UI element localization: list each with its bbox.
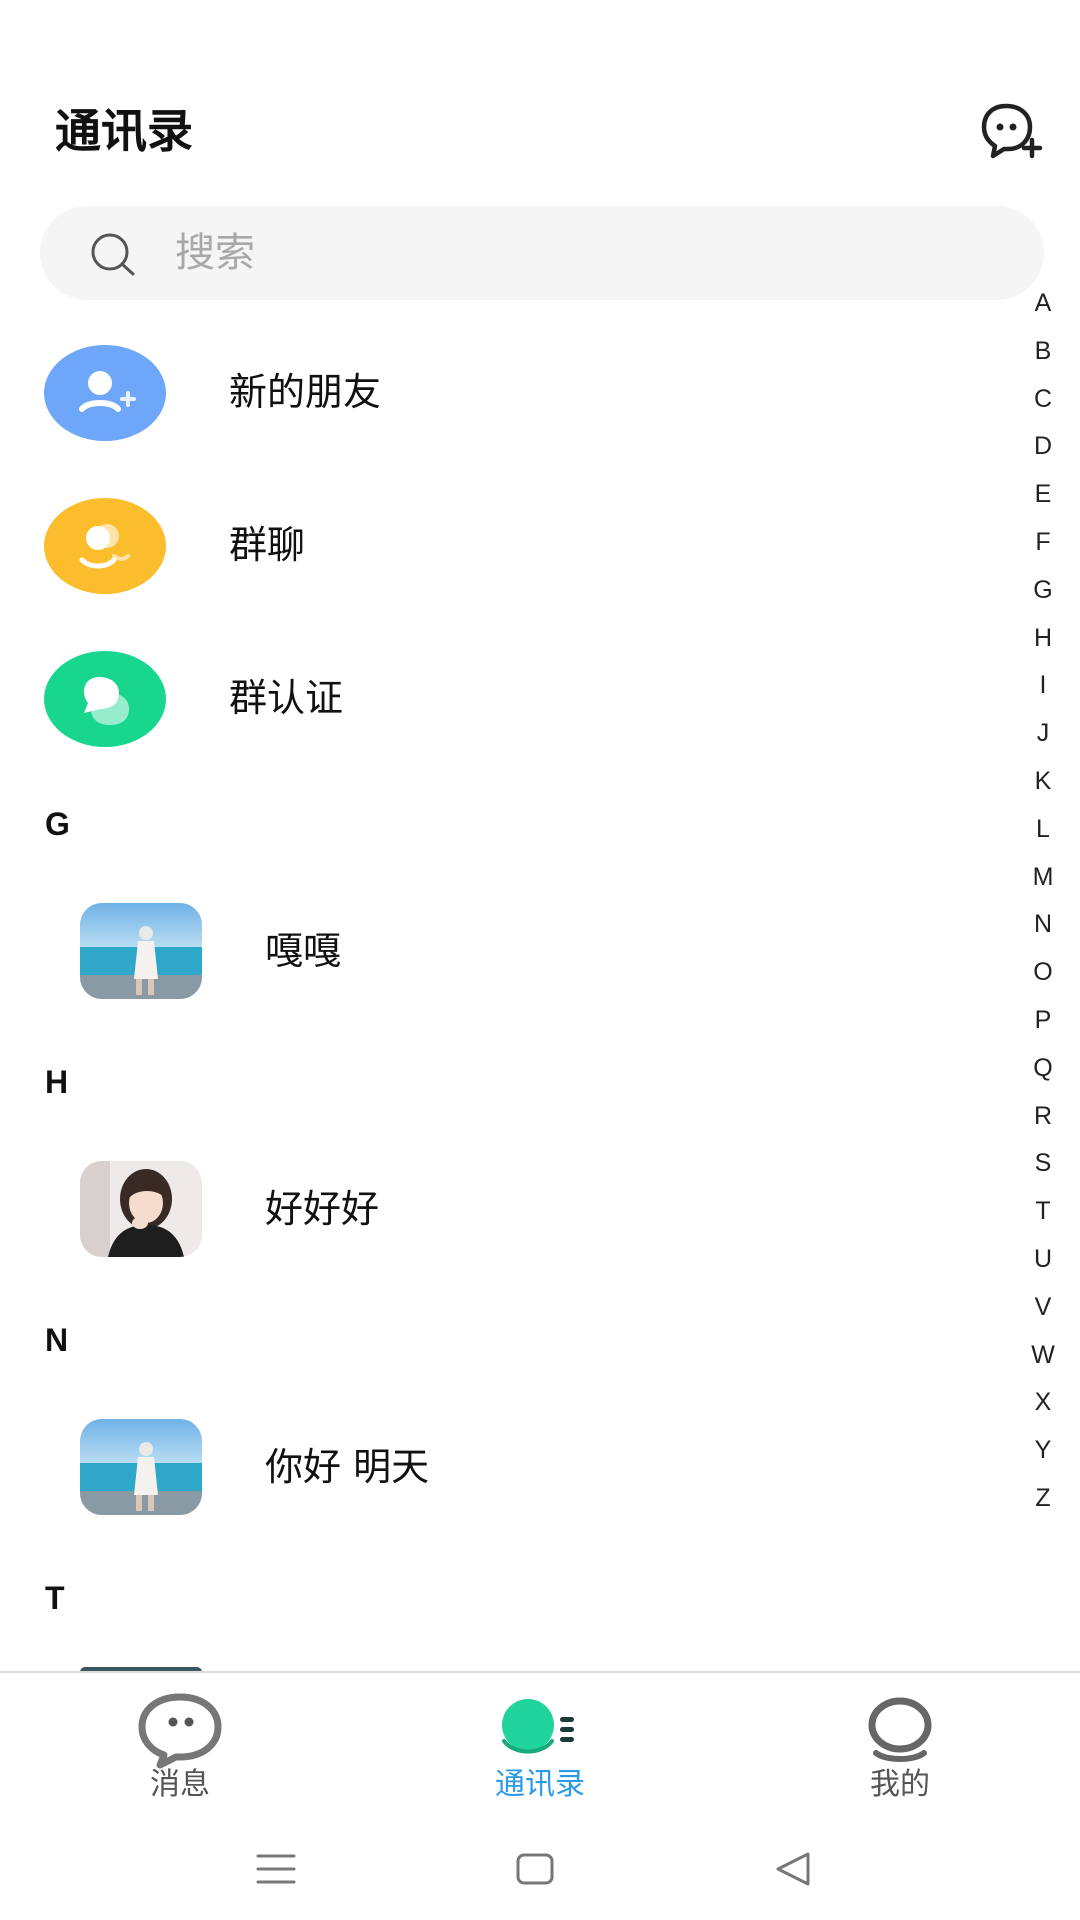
message-icon — [138, 1693, 222, 1769]
home-icon — [516, 1853, 554, 1885]
new-friends-item[interactable]: 新的朋友 — [0, 333, 1010, 453]
index-letter-a[interactable]: A — [1018, 280, 1068, 328]
tab-messages[interactable]: 消息 — [80, 1673, 280, 1818]
avatar — [80, 1419, 202, 1515]
search-input[interactable]: 搜索 — [40, 206, 1044, 300]
new-friends-label: 新的朋友 — [229, 370, 382, 414]
tab-messages-label: 消息 — [150, 1767, 210, 1802]
back-icon — [776, 1852, 810, 1886]
section-header-t: T — [45, 1580, 65, 1616]
index-letter-u[interactable]: U — [1018, 1236, 1068, 1284]
contacts-icon — [502, 1699, 574, 1754]
index-letter-t[interactable]: T — [1018, 1188, 1068, 1236]
group-chat-label: 群聊 — [229, 523, 306, 567]
index-letter-h[interactable]: H — [1018, 615, 1068, 663]
group-chat-item[interactable]: 群聊 — [0, 486, 1010, 606]
index-letter-s[interactable]: S — [1018, 1140, 1068, 1188]
index-letter-m[interactable]: M — [1018, 854, 1068, 902]
group-verify-label: 群认证 — [229, 676, 344, 720]
index-letter-k[interactable]: K — [1018, 758, 1068, 806]
alphabet-index[interactable]: ABCDEFGHIJKLMNOPQRSTUVWXYZ — [1018, 280, 1068, 1523]
index-letter-p[interactable]: P — [1018, 997, 1068, 1045]
tab-contacts[interactable]: 通讯录 — [440, 1673, 640, 1818]
index-letter-n[interactable]: N — [1018, 901, 1068, 949]
contact-name: 你好 明天 — [265, 1445, 430, 1489]
search-icon — [91, 233, 135, 276]
index-letter-o[interactable]: O — [1018, 949, 1068, 997]
index-letter-q[interactable]: Q — [1018, 1045, 1068, 1093]
index-letter-l[interactable]: L — [1018, 806, 1068, 854]
section-header-g: G — [45, 806, 70, 842]
section-header-n: N — [45, 1322, 69, 1358]
search-placeholder: 搜索 — [175, 230, 255, 276]
index-letter-f[interactable]: F — [1018, 519, 1068, 567]
avatar — [80, 903, 202, 999]
system-nav-bar — [0, 1816, 1080, 1920]
section-header-h: H — [45, 1064, 69, 1100]
group-verify-item[interactable]: 群认证 — [0, 639, 1010, 759]
tab-contacts-label: 通讯录 — [495, 1767, 585, 1802]
group-chat-icon — [44, 498, 166, 594]
menu-icon — [256, 1854, 296, 1884]
index-letter-b[interactable]: B — [1018, 328, 1068, 376]
index-letter-j[interactable]: J — [1018, 710, 1068, 758]
index-letter-g[interactable]: G — [1018, 567, 1068, 615]
tab-profile[interactable]: 我的 — [800, 1673, 1000, 1818]
index-letter-c[interactable]: C — [1018, 376, 1068, 424]
contact-item[interactable]: 你好 明天 — [0, 1408, 1010, 1528]
group-verify-icon — [44, 651, 166, 747]
index-letter-i[interactable]: I — [1018, 662, 1068, 710]
index-letter-y[interactable]: Y — [1018, 1427, 1068, 1475]
avatar — [80, 1161, 202, 1257]
index-letter-e[interactable]: E — [1018, 471, 1068, 519]
bottom-tab-bar: 消息 通讯录 我的 — [0, 1671, 1080, 1816]
home-button[interactable] — [505, 1844, 565, 1894]
page-title: 通讯录 — [55, 104, 193, 158]
header: 通讯录 — [0, 0, 1080, 190]
contact-name: 好好好 — [265, 1187, 380, 1231]
index-letter-d[interactable]: D — [1018, 423, 1068, 471]
contact-item[interactable]: 嘎嘎 — [0, 892, 1010, 1012]
index-letter-x[interactable]: X — [1018, 1379, 1068, 1427]
add-chat-button[interactable] — [976, 100, 1048, 164]
profile-icon — [868, 1697, 932, 1762]
contact-name: 嘎嘎 — [265, 929, 342, 973]
menu-button[interactable] — [246, 1844, 306, 1894]
index-letter-z[interactable]: Z — [1018, 1475, 1068, 1523]
back-button[interactable] — [764, 1844, 824, 1894]
add-chat-icon — [981, 103, 1043, 159]
add-friend-icon — [44, 345, 166, 441]
index-letter-v[interactable]: V — [1018, 1284, 1068, 1332]
tab-profile-label: 我的 — [870, 1767, 930, 1802]
index-letter-r[interactable]: R — [1018, 1093, 1068, 1141]
index-letter-w[interactable]: W — [1018, 1332, 1068, 1380]
contact-item[interactable]: 好好好 — [0, 1150, 1010, 1270]
